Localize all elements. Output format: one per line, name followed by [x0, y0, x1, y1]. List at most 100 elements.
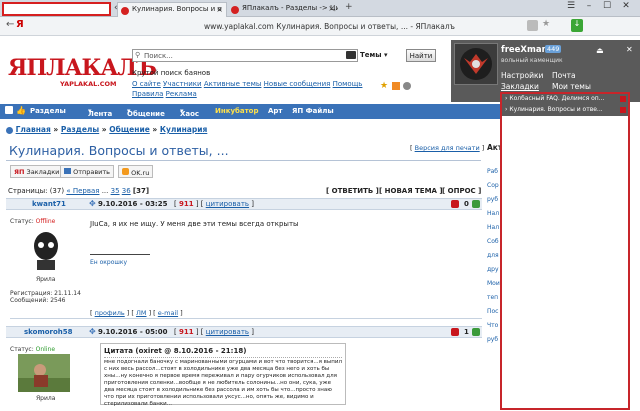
yandex-icon[interactable]: Я: [16, 19, 24, 30]
bookmark-item[interactable]: › Колбасный FAQ. Делимся оп...: [505, 95, 604, 102]
star-icon[interactable]: ★: [380, 81, 388, 91]
camera-icon[interactable]: [346, 51, 356, 59]
bookmark-item[interactable]: › Кулинария. Вопросы и отве...: [505, 106, 603, 113]
skull-avatar-icon: [25, 228, 67, 272]
link-about[interactable]: О сайте: [132, 80, 161, 88]
nav-social[interactable]: Общение ▾: [127, 107, 165, 118]
post-date: 9.10.2016 - 05:00: [98, 328, 168, 336]
nav-files[interactable]: ЯП Файлы: [292, 107, 334, 115]
page-current: 37: [136, 187, 146, 195]
rss-icon[interactable]: [392, 82, 400, 90]
search-button[interactable]: Найти: [406, 49, 436, 62]
back-icon[interactable]: ←: [6, 19, 14, 30]
link-rules[interactable]: Правила: [132, 90, 163, 98]
yap-icon: ЯП: [14, 168, 25, 176]
menu-icon[interactable]: ☰: [562, 1, 580, 11]
settings-icon[interactable]: [403, 82, 411, 90]
mail-icon: [64, 168, 71, 174]
close-tab-icon[interactable]: ×: [216, 5, 223, 14]
nav-incubator[interactable]: Инкубатор: [215, 107, 259, 115]
post-author[interactable]: kwant71: [32, 200, 66, 208]
breadcrumb: Главная » Разделы » Общение » Кулинария: [6, 125, 207, 134]
download-icon[interactable]: ↓: [571, 19, 583, 32]
crumb-social[interactable]: Общение: [109, 125, 150, 134]
quote-link[interactable]: цитировать: [206, 328, 249, 336]
page-35[interactable]: 35: [111, 187, 120, 195]
tab-tsitata[interactable]: ЯПлакалъ - Разделы -> Цит ×: [228, 2, 338, 17]
nav-art[interactable]: Арт: [268, 107, 283, 115]
divider: [10, 318, 482, 319]
search-input[interactable]: ⚲ Поиск...: [132, 49, 358, 62]
profile-link[interactable]: профиль: [95, 309, 125, 317]
okru-button[interactable]: OK.ru: [118, 165, 154, 178]
reply-button[interactable]: [ ОТВЕТИТЬ ]: [326, 187, 379, 195]
status-online: Online: [35, 346, 56, 353]
link-ads[interactable]: Реклама: [166, 90, 197, 98]
tab-label: Кулинария. Вопросы и о: [132, 5, 222, 13]
search-scope-select[interactable]: Темы ▾: [360, 51, 388, 59]
sig-divider: [90, 254, 150, 255]
side-list[interactable]: Раб Сор руб Нал Нал Соб для дру Мои теп Пос Что руб: [487, 165, 500, 347]
status-label: Статус:: [10, 346, 34, 353]
post-author[interactable]: skomoroh58: [24, 328, 73, 336]
pin-icon: ✥: [89, 199, 96, 208]
print-version[interactable]: [ Версия для печати ]: [410, 144, 484, 152]
post-number[interactable]: [ 911 ] [ цитировать ]: [174, 200, 254, 208]
quote-link[interactable]: цитировать: [206, 200, 249, 208]
username[interactable]: freeXman: [501, 45, 548, 55]
user-reg: Регистрация: 21.11.14: [10, 290, 81, 297]
nav-feed[interactable]: Лента ▾: [88, 107, 112, 118]
new-topic-button[interactable]: [ НОВАЯ ТЕМА ]: [379, 187, 443, 195]
star-icon[interactable]: ★: [542, 19, 550, 29]
minimize-icon[interactable]: –: [580, 1, 598, 11]
avatar[interactable]: [25, 228, 67, 272]
avatar[interactable]: [18, 354, 70, 392]
minus-icon[interactable]: [451, 328, 459, 336]
close-panel-icon[interactable]: ✕: [626, 45, 633, 54]
highlight-box: [2, 2, 111, 16]
plus-icon[interactable]: [472, 200, 480, 208]
new-topic-label: НОВАЯ ТЕМА: [384, 187, 437, 195]
link-new[interactable]: Новые сообщения: [264, 80, 331, 88]
plus-icon[interactable]: [472, 328, 480, 336]
page-first[interactable]: « Первая: [66, 187, 99, 195]
page-title: Кулинария. Вопросы и ответы, ...: [9, 143, 229, 158]
page-36[interactable]: 36: [122, 187, 131, 195]
send-button[interactable]: Отправить: [60, 165, 115, 178]
home-icon[interactable]: [5, 106, 13, 114]
close-tab-icon[interactable]: ×: [328, 4, 335, 13]
remove-bookmark-icon[interactable]: [620, 107, 626, 113]
bookmarks-button[interactable]: ЯП Закладки: [10, 165, 64, 178]
minus-icon[interactable]: [451, 200, 459, 208]
tab-kulinaria[interactable]: Кулинария. Вопросы и о ×: [117, 2, 227, 17]
nav-chaos[interactable]: Хаос ▾: [180, 107, 199, 118]
user-count-badge: 449: [545, 45, 562, 53]
menu-mail[interactable]: Почта: [552, 71, 576, 80]
nav-sections[interactable]: Разделы: [30, 107, 66, 115]
new-tab-icon[interactable]: +: [345, 2, 353, 12]
protect-icon[interactable]: [527, 20, 538, 31]
crumb-sections[interactable]: Разделы: [61, 125, 99, 134]
link-active[interactable]: Активные темы: [204, 80, 262, 88]
menu-bookmarks[interactable]: Закладки: [501, 82, 539, 91]
logout-icon[interactable]: ⏏: [596, 46, 604, 55]
print-link[interactable]: Версия для печати: [415, 144, 480, 152]
avatar[interactable]: [454, 43, 498, 85]
address-bar[interactable]: www.yaplakal.com Кулинария. Вопросы и от…: [26, 20, 556, 33]
link-users[interactable]: Участники: [163, 80, 202, 88]
crumb-cooking[interactable]: Кулинария: [160, 125, 207, 134]
menu-my-topics[interactable]: Мои темы: [552, 82, 591, 91]
remove-bookmark-icon[interactable]: [620, 96, 626, 102]
like-icon[interactable]: 👍: [16, 106, 26, 115]
link-help[interactable]: Помощь: [333, 80, 363, 88]
menu-settings[interactable]: Настройки: [501, 71, 543, 80]
poll-button[interactable]: [ ОПРОС ]: [442, 187, 481, 195]
maximize-icon[interactable]: ☐: [598, 1, 616, 11]
crumb-home[interactable]: Главная: [16, 125, 51, 134]
email-link[interactable]: e-mail: [158, 309, 178, 317]
search-scope-label: Темы: [360, 51, 382, 59]
close-window-icon[interactable]: ✕: [617, 1, 635, 11]
post-number[interactable]: [ 911 ] [ цитировать ]: [174, 328, 254, 336]
bookmarks-label: Закладки: [26, 168, 60, 176]
pm-link[interactable]: ЛМ: [136, 309, 147, 317]
